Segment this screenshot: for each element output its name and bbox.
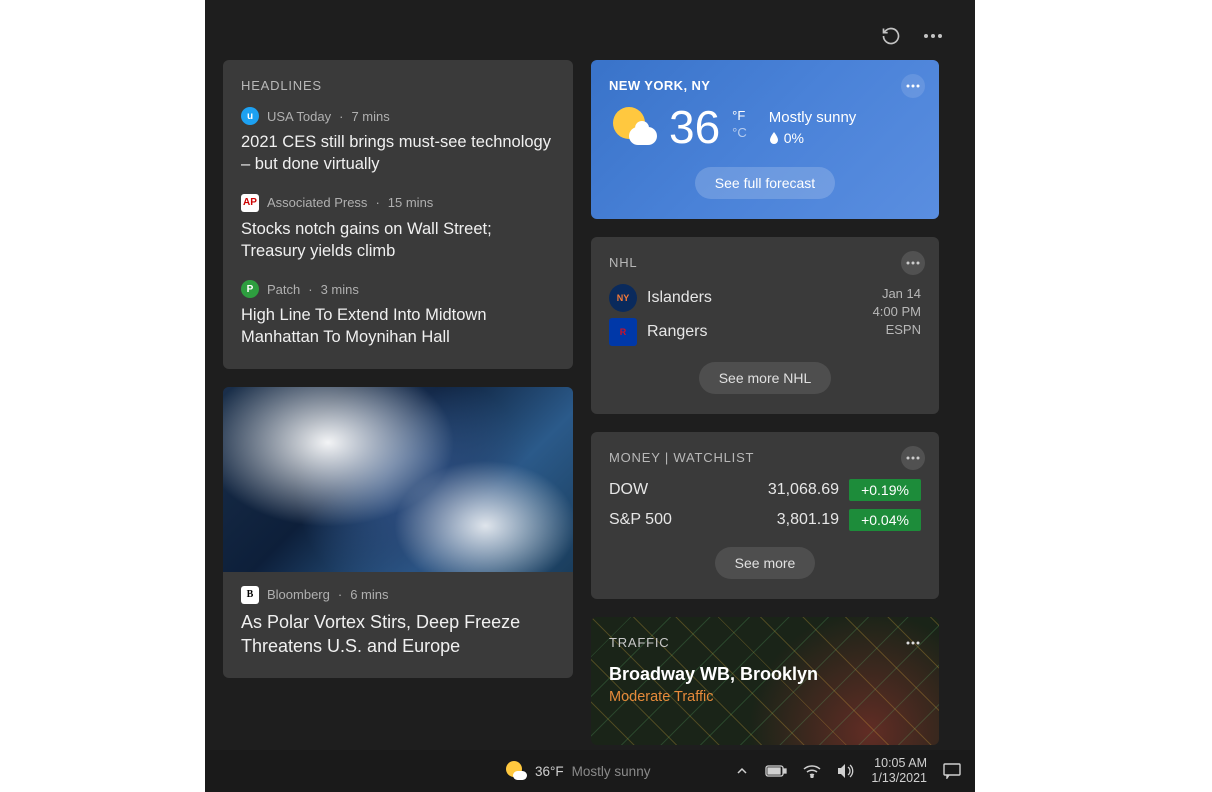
stock-name: DOW <box>609 481 729 499</box>
unit-fahrenheit[interactable]: °F <box>732 108 747 123</box>
source-name: Patch <box>267 282 300 297</box>
headline-title: 2021 CES still brings must-see technolog… <box>241 131 555 176</box>
taskbar-temp: 36°F <box>535 764 564 779</box>
volume-icon[interactable] <box>837 763 855 779</box>
stock-value: 31,068.69 <box>729 481 839 499</box>
droplet-icon <box>769 132 779 144</box>
money-card[interactable]: MONEY | WATCHLIST DOW 31,068.69 +0.19% S… <box>591 432 939 599</box>
widgets-panel: HEADLINES u USA Today · 7 mins 2021 CES … <box>205 0 975 792</box>
traffic-title: TRAFFIC <box>609 635 921 650</box>
headline-source: AP Associated Press · 15 mins <box>241 194 555 212</box>
traffic-card[interactable]: TRAFFIC Broadway WB, Brooklyn Moderate T… <box>591 617 939 745</box>
notifications-icon[interactable] <box>943 763 961 779</box>
headline-time: 7 mins <box>351 109 389 124</box>
weather-condition: Mostly sunny <box>769 109 857 126</box>
headline-source: P Patch · 3 mins <box>241 280 555 298</box>
source-logo-icon: AP <box>241 194 259 212</box>
taskbar-weather[interactable]: 36°F Mostly sunny <box>505 760 650 782</box>
card-more-icon[interactable] <box>901 631 925 655</box>
game-meta: Jan 14 4:00 PM ESPN <box>873 285 921 340</box>
headline-source: B Bloomberg · 6 mins <box>241 586 555 604</box>
see-more-money-button[interactable]: See more <box>715 547 816 579</box>
headline-source: u USA Today · 7 mins <box>241 107 555 125</box>
money-title: MONEY | WATCHLIST <box>609 450 921 465</box>
islanders-logo-icon: NY <box>609 284 637 312</box>
weather-location: NEW YORK, NY <box>609 78 921 93</box>
source-name: USA Today <box>267 109 331 124</box>
see-more-nhl-button[interactable]: See more NHL <box>699 362 832 394</box>
taskbar: 36°F Mostly sunny 10:05 AM 1/13/2021 <box>205 750 975 792</box>
source-logo-icon: u <box>241 107 259 125</box>
headline-time: 6 mins <box>350 587 388 602</box>
see-forecast-button[interactable]: See full forecast <box>695 167 835 199</box>
unit-celsius[interactable]: °C <box>732 125 747 140</box>
weather-precip: 0% <box>784 130 804 146</box>
weather-sun-cloud-icon <box>505 760 527 782</box>
headline-time: 3 mins <box>321 282 359 297</box>
stock-change: +0.19% <box>849 479 921 501</box>
weather-sun-cloud-icon <box>609 103 657 151</box>
headlines-title: HEADLINES <box>241 78 555 93</box>
source-logo-icon: B <box>241 586 259 604</box>
game-network: ESPN <box>873 321 921 339</box>
taskbar-date: 1/13/2021 <box>871 771 927 786</box>
headline-item[interactable]: P Patch · 3 mins High Line To Extend Int… <box>241 280 555 349</box>
more-icon[interactable] <box>923 33 943 39</box>
stock-row[interactable]: DOW 31,068.69 +0.19% <box>609 479 921 501</box>
traffic-status: Moderate Traffic <box>609 689 921 705</box>
headline-title: As Polar Vortex Stirs, Deep Freeze Threa… <box>241 610 555 659</box>
source-name: Associated Press <box>267 195 367 210</box>
refresh-icon[interactable] <box>881 26 901 46</box>
headlines-card: HEADLINES u USA Today · 7 mins 2021 CES … <box>223 60 573 369</box>
headline-title: Stocks notch gains on Wall Street; Treas… <box>241 218 555 263</box>
chevron-up-icon[interactable] <box>735 764 749 778</box>
wifi-icon[interactable] <box>803 764 821 778</box>
panel-header <box>205 0 975 60</box>
weather-temp: 36 <box>669 104 720 150</box>
taskbar-clock[interactable]: 10:05 AM 1/13/2021 <box>871 756 927 786</box>
team-name: Islanders <box>647 289 712 307</box>
weather-card[interactable]: NEW YORK, NY 36 °F °C Mostly sunny <box>591 60 939 219</box>
source-logo-icon: P <box>241 280 259 298</box>
game-date: Jan 14 <box>873 285 921 303</box>
taskbar-condition: Mostly sunny <box>572 764 651 779</box>
headline-time: 15 mins <box>388 195 434 210</box>
taskbar-time: 10:05 AM <box>871 756 927 771</box>
team-name: Rangers <box>647 323 707 341</box>
headline-item[interactable]: u USA Today · 7 mins 2021 CES still brin… <box>241 107 555 176</box>
card-more-icon[interactable] <box>901 74 925 98</box>
stock-row[interactable]: S&P 500 3,801.19 +0.04% <box>609 509 921 531</box>
nhl-card[interactable]: NHL NY Islanders R Rangers Jan 14 4:00 P… <box>591 237 939 414</box>
game-time: 4:00 PM <box>873 303 921 321</box>
nhl-title: NHL <box>609 255 921 270</box>
card-more-icon[interactable] <box>901 251 925 275</box>
rangers-logo-icon: R <box>609 318 637 346</box>
stock-name: S&P 500 <box>609 511 729 529</box>
traffic-location: Broadway WB, Brooklyn <box>609 664 921 685</box>
headline-title: High Line To Extend Into Midtown Manhatt… <box>241 304 555 349</box>
stock-change: +0.04% <box>849 509 921 531</box>
stock-value: 3,801.19 <box>729 511 839 529</box>
card-more-icon[interactable] <box>901 446 925 470</box>
image-article-card[interactable]: B Bloomberg · 6 mins As Polar Vortex Sti… <box>223 387 573 679</box>
source-name: Bloomberg <box>267 587 330 602</box>
article-image <box>223 387 573 572</box>
battery-icon[interactable] <box>765 765 787 777</box>
headline-item[interactable]: AP Associated Press · 15 mins Stocks not… <box>241 194 555 263</box>
